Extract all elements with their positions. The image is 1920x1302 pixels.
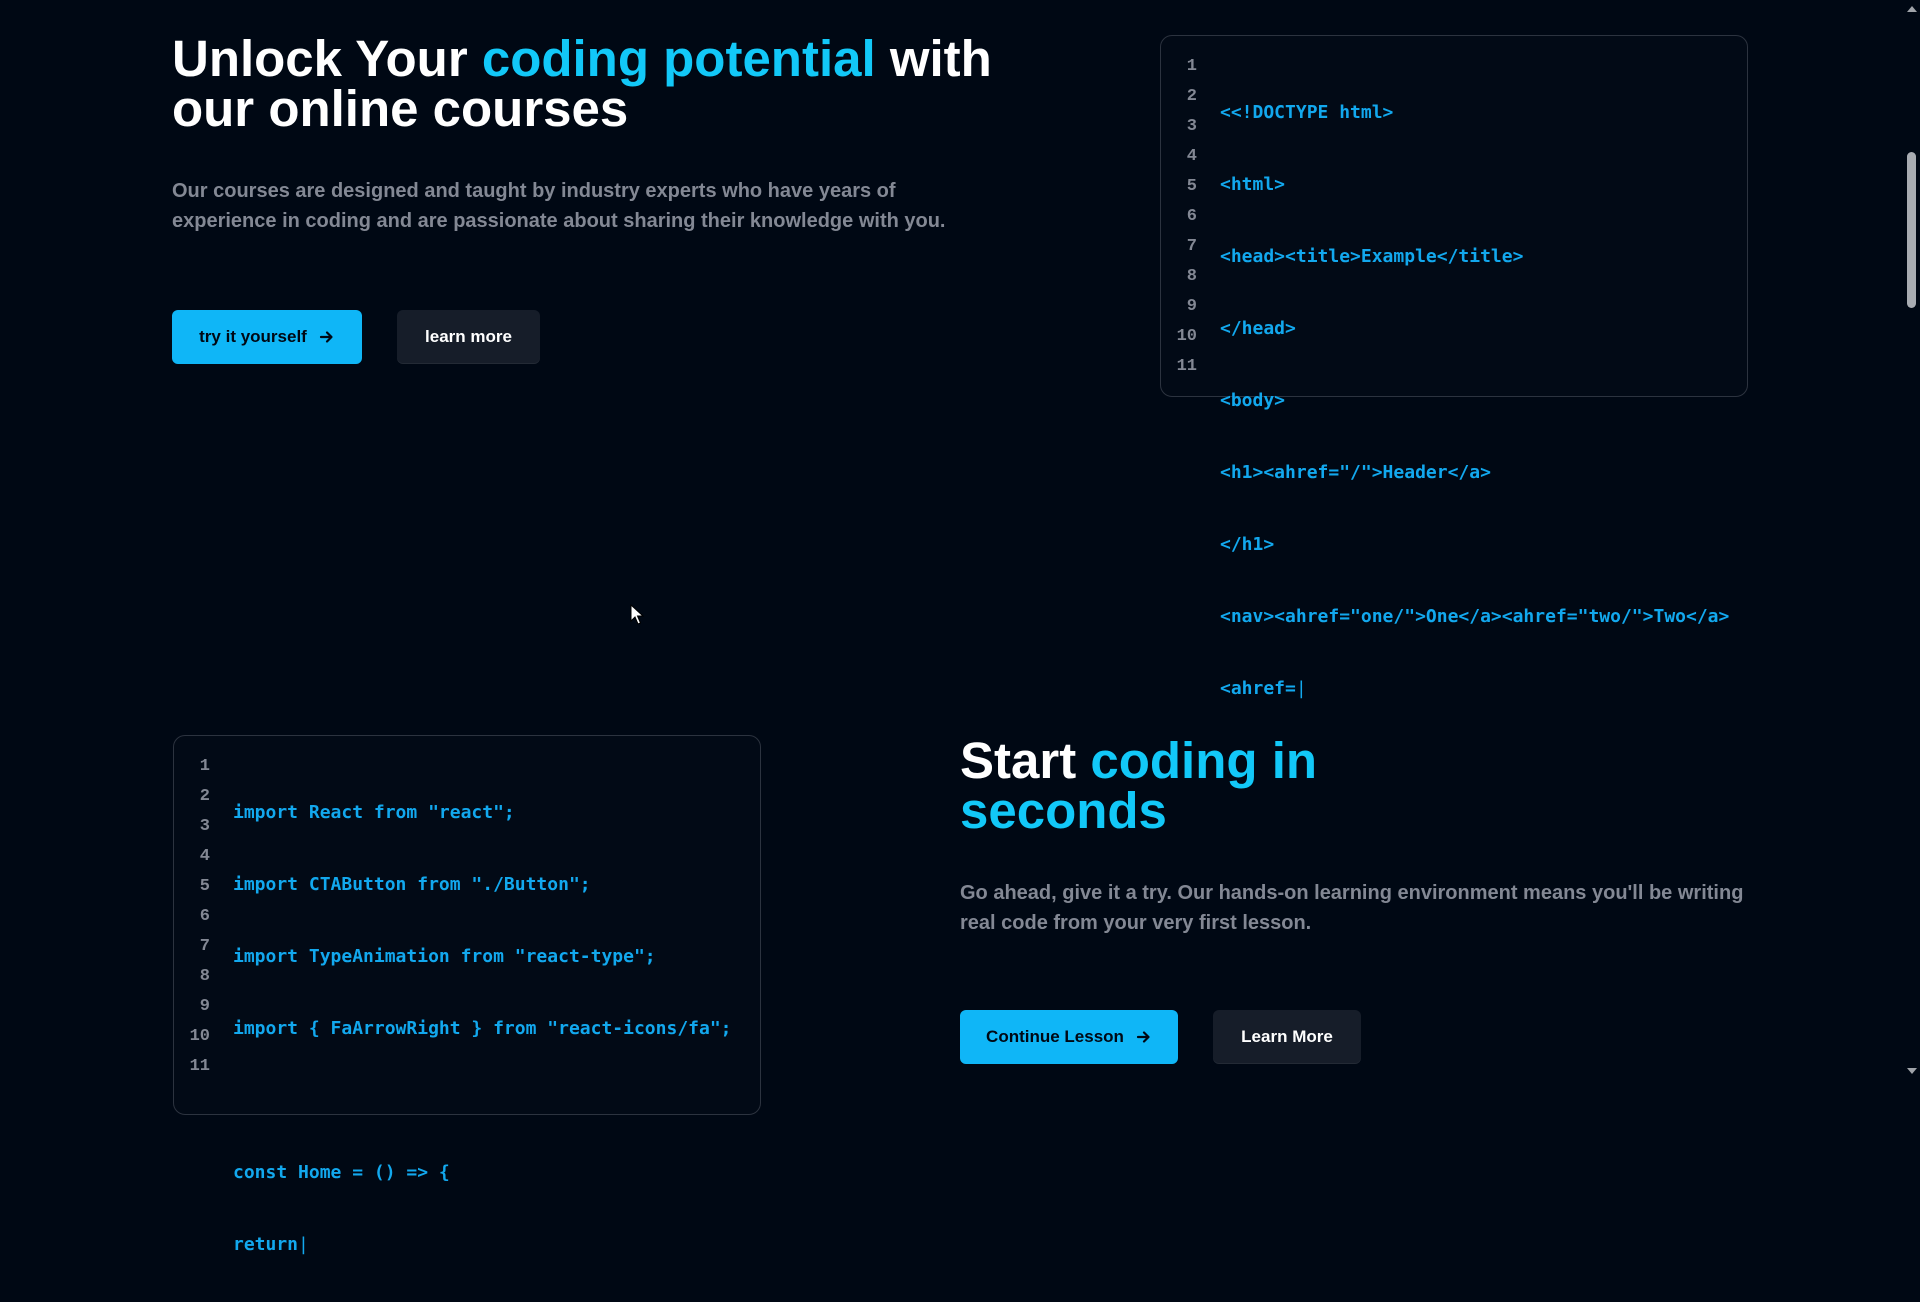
code-line: <nav><ahref="one/">One</a><ahref="two/">… [1220,606,1730,627]
hero-code-line-numbers: 1 2 3 4 5 6 7 8 9 10 11 [1161,52,1197,382]
hero-heading-line2: our online courses [172,80,629,137]
hero-section: Unlock Your coding potential with our on… [172,33,992,236]
hero-code-content: <<!DOCTYPE html> <html> <head><title>Exa… [1220,56,1729,746]
section2-heading-part1: Start [960,732,1091,789]
try-it-yourself-button[interactable]: try it yourself [172,310,362,364]
code-line: <ahref= [1220,678,1296,699]
learn-more-button[interactable]: learn more [397,310,540,364]
code-line-with-cursor: <ahref=| [1220,674,1729,704]
line-number: 11 [1176,357,1197,376]
hero-description-line2: experience in coding and are passionate … [172,210,946,232]
hero-heading-accent: coding potential [481,30,876,87]
hero-heading: Unlock Your coding potential with our on… [172,33,992,137]
code-line: <<!DOCTYPE html> [1220,102,1394,123]
learn-more-button-section2[interactable]: Learn More [1213,1010,1361,1064]
line-number: 7 [1186,237,1197,256]
code-line: import TypeAnimation from "react-type"; [233,946,656,967]
line-number: 1 [1186,57,1197,76]
scroll-down-icon[interactable] [1907,1068,1917,1074]
section2-code-editor: 1 2 3 4 5 6 7 8 9 10 11 import React fro… [173,735,761,1255]
line-number: 5 [199,877,210,896]
learn-more-label-section2: Learn More [1241,1027,1333,1046]
hero-description: Our courses are designed and taught by i… [172,176,992,236]
scroll-up-icon[interactable] [1907,6,1917,12]
code-line: </h1> [1220,534,1275,555]
line-number: 2 [199,787,210,806]
hero-description-line1: Our courses are designed and taught by i… [172,180,896,202]
page-scrollbar[interactable] [1903,0,1920,1080]
code-line: import CTAButton from "./Button"; [233,874,591,895]
code-line: <html> [1220,174,1286,195]
continue-lesson-button[interactable]: Continue Lesson [960,1010,1178,1064]
code-line: <body> [1220,390,1286,411]
code-line: </head> [1220,318,1296,339]
line-number: 6 [199,907,210,926]
text-cursor: | [1295,678,1307,699]
line-number: 8 [1186,267,1197,286]
code-line: <h1><ahref="/">Header</a> [1220,462,1491,483]
code-line: return [233,1234,299,1255]
line-number: 2 [1186,87,1197,106]
hero-code-editor: 1 2 3 4 5 6 7 8 9 10 11 <<!DOCTYPE html>… [1160,35,1748,699]
line-number: 6 [1186,207,1197,226]
mouse-pointer-icon [630,603,645,626]
line-number: 10 [1176,327,1197,346]
line-number: 7 [199,937,210,956]
arrow-right-icon [1136,1029,1152,1045]
section2-code-line-numbers: 1 2 3 4 5 6 7 8 9 10 11 [174,752,210,1082]
line-number: 5 [1186,177,1197,196]
line-number: 9 [199,997,210,1016]
continue-lesson-label: Continue Lesson [986,1027,1124,1046]
line-number: 3 [1186,117,1197,136]
scrollbar-thumb[interactable] [1907,152,1916,308]
section2-heading-accent-line1: coding in [1090,732,1318,789]
line-number: 10 [189,1027,210,1046]
hero-heading-part1: Unlock Your [172,30,482,87]
hero-heading-part2: with [875,30,992,87]
section2-code-content: import React from "react"; import CTABut… [233,756,732,1302]
line-number: 4 [199,847,210,866]
text-cursor: | [298,1234,309,1255]
arrow-right-icon [319,329,335,345]
code-line: const Home = () => { [233,1162,450,1183]
learn-more-label: learn more [425,327,512,346]
line-number: 3 [199,817,210,836]
code-line: <head><title>Example</title> [1220,246,1524,267]
code-line: import { FaArrowRight } from "react-icon… [233,1018,732,1039]
section2-description: Go ahead, give it a try. Our hands-on le… [960,878,1760,938]
code-line: import React from "react"; [233,802,515,823]
code-line-with-cursor: return| [233,1230,732,1260]
section2-heading-accent-line2: seconds [960,782,1167,839]
line-number: 8 [199,967,210,986]
section2-heading: Start coding in seconds [960,735,1760,839]
section2-description-line2: real code from your very first lesson. [960,912,1312,934]
line-number: 4 [1186,147,1197,166]
line-number: 1 [199,757,210,776]
line-number: 9 [1186,297,1197,316]
line-number: 11 [189,1057,210,1076]
try-it-yourself-label: try it yourself [199,327,307,346]
section2-text: Start coding in seconds Go ahead, give i… [960,735,1760,938]
section2-description-line1: Go ahead, give it a try. Our hands-on le… [960,882,1744,904]
